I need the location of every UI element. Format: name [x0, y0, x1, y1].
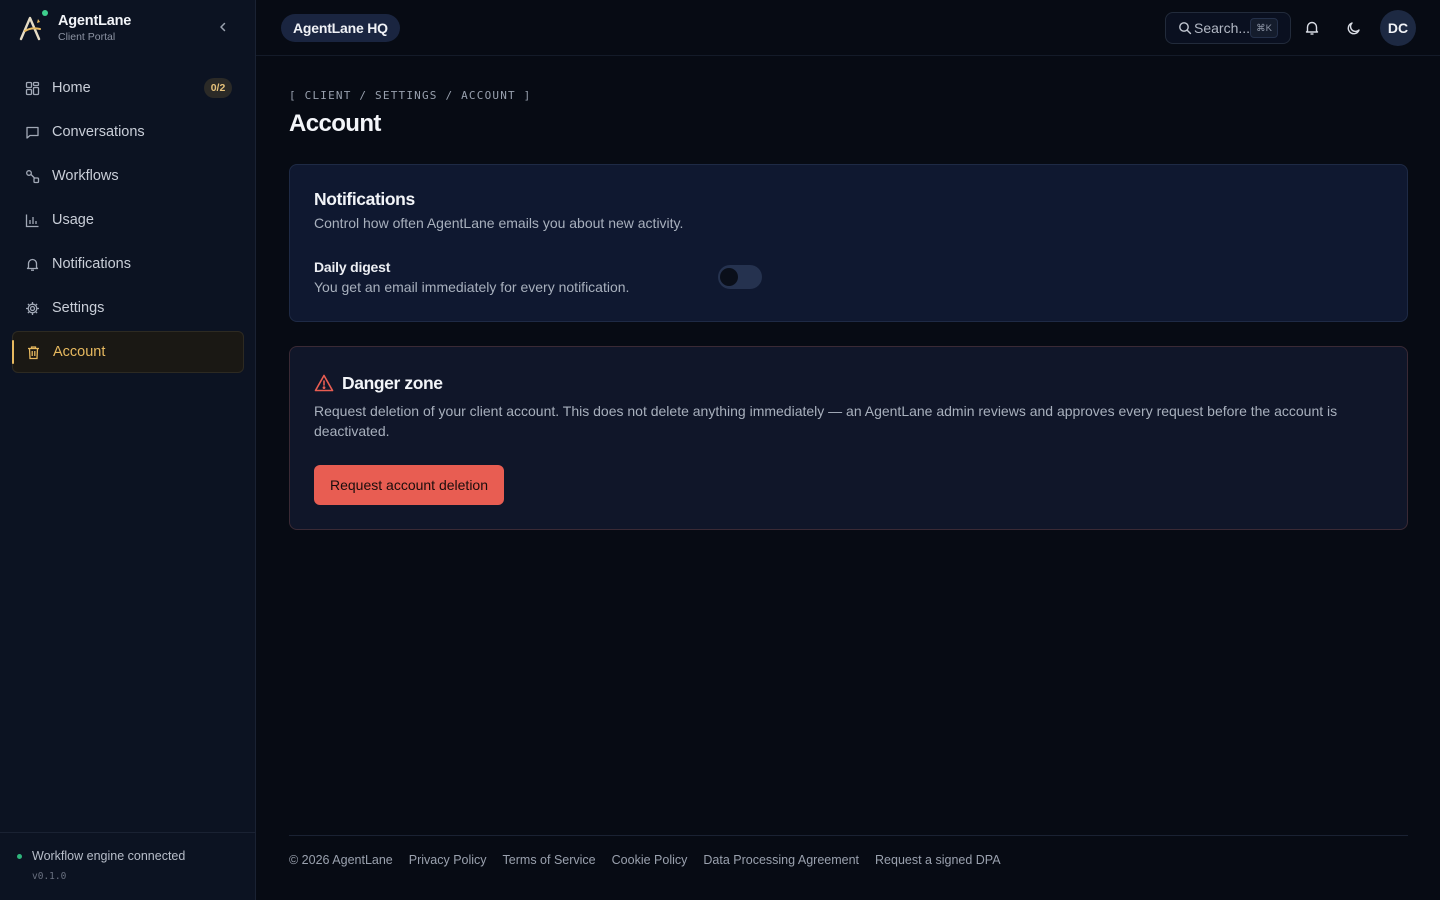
- daily-digest-description: You get an email immediately for every n…: [314, 279, 630, 295]
- workspace-switcher[interactable]: AgentLane HQ: [281, 14, 400, 42]
- privacy-policy-link[interactable]: Privacy Policy: [409, 853, 487, 867]
- notifications-button[interactable]: [1300, 16, 1324, 40]
- sidebar-item-settings[interactable]: Settings: [12, 287, 244, 329]
- warning-icon: [314, 373, 334, 393]
- sidebar-item-notifications[interactable]: Notifications: [12, 243, 244, 285]
- chevron-left-icon: [220, 22, 226, 32]
- sidebar-item-usage[interactable]: Usage: [12, 199, 244, 241]
- grid-icon: [24, 80, 40, 96]
- sidebar-item-account[interactable]: Account: [12, 331, 244, 373]
- notifications-card-title: Notifications: [314, 189, 415, 209]
- brand-subtitle: Client Portal: [58, 30, 116, 43]
- notifications-card-description: Control how often AgentLane emails you a…: [314, 215, 684, 231]
- copyright-text: © 2026 AgentLane: [289, 853, 393, 867]
- breadcrumb: [ CLIENT / SETTINGS / ACCOUNT ]: [289, 89, 532, 102]
- search-input[interactable]: Search... ⌘K: [1165, 12, 1291, 44]
- home-progress-badge: 0/2: [204, 78, 232, 98]
- sidebar-item-label: Workflows: [52, 168, 119, 184]
- request-account-deletion-button[interactable]: Request account deletion: [314, 465, 504, 505]
- danger-zone-card: Danger zone Request deletion of your cli…: [289, 346, 1408, 530]
- sidebar-item-label: Conversations: [52, 124, 145, 140]
- danger-zone-description: Request deletion of your client account.…: [314, 403, 1338, 439]
- toggle-knob: [720, 268, 738, 286]
- brand-name: AgentLane: [58, 13, 132, 29]
- daily-digest-toggle[interactable]: [718, 265, 762, 289]
- moon-icon: [1347, 22, 1360, 35]
- chat-icon: [24, 124, 40, 140]
- collapse-sidebar-button[interactable]: [214, 18, 232, 36]
- bar-chart-icon: [24, 212, 40, 228]
- danger-zone-title: Danger zone: [342, 373, 443, 393]
- sidebar-item-label: Home: [52, 80, 91, 96]
- bell-icon: [24, 256, 40, 272]
- theme-toggle-button[interactable]: [1342, 16, 1366, 40]
- search-placeholder: Search...: [1194, 20, 1251, 36]
- sidebar: AgentLane Client Portal Home 0/2 Convers…: [0, 0, 256, 900]
- gear-icon: [24, 300, 40, 316]
- terms-of-service-link[interactable]: Terms of Service: [503, 853, 596, 867]
- sidebar-item-label: Account: [53, 344, 106, 360]
- online-status-dot: [42, 10, 48, 16]
- sidebar-footer: Workflow engine connected v0.1.0: [0, 832, 255, 900]
- user-avatar[interactable]: DC: [1380, 10, 1416, 46]
- workflow-icon: [24, 168, 40, 184]
- search-icon: [1179, 22, 1192, 35]
- page-footer: © 2026 AgentLane Privacy Policy Terms of…: [289, 835, 1408, 885]
- connection-status-text: Workflow engine connected: [32, 849, 186, 863]
- data-processing-agreement-link[interactable]: Data Processing Agreement: [703, 853, 859, 867]
- sidebar-item-conversations[interactable]: Conversations: [12, 111, 244, 153]
- search-shortcut: ⌘K: [1250, 18, 1278, 38]
- page-title: Account: [289, 110, 381, 137]
- bell-icon: [1305, 21, 1319, 35]
- agentlane-logo-icon: [16, 10, 48, 43]
- sidebar-item-home[interactable]: Home 0/2: [12, 67, 244, 109]
- sidebar-item-label: Notifications: [52, 256, 131, 272]
- daily-digest-label: Daily digest: [314, 259, 391, 275]
- notifications-card: Notifications Control how often AgentLan…: [289, 164, 1408, 322]
- brand[interactable]: AgentLane Client Portal: [16, 10, 132, 44]
- cookie-policy-link[interactable]: Cookie Policy: [612, 853, 688, 867]
- sidebar-item-workflows[interactable]: Workflows: [12, 155, 244, 197]
- request-signed-dpa-link[interactable]: Request a signed DPA: [875, 853, 1001, 867]
- sidebar-item-label: Usage: [52, 212, 94, 228]
- connection-status-dot: [17, 853, 22, 859]
- app-version: v0.1.0: [32, 871, 67, 882]
- sidebar-nav: Home 0/2 Conversations Workflows Usage N…: [12, 67, 244, 375]
- top-bar: AgentLane HQ Search... ⌘K DC: [256, 0, 1440, 56]
- trash-icon: [25, 344, 41, 360]
- sidebar-item-label: Settings: [52, 300, 105, 316]
